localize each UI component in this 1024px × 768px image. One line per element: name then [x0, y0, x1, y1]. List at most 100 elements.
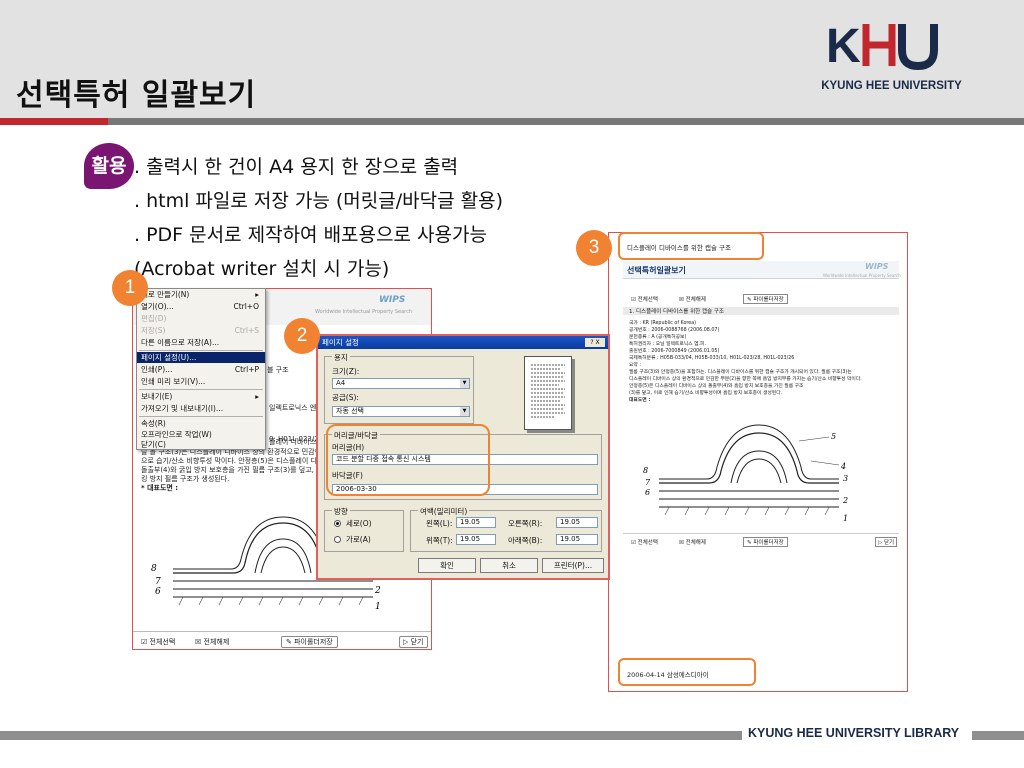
preview-title-bar: 선택특허일괄보기 WIPS Worldwide Intellectual Pro…: [623, 261, 901, 279]
menu-item-open[interactable]: 열기(O)... Ctrl+O: [137, 301, 265, 312]
cancel-button[interactable]: 취소: [480, 558, 538, 573]
left-margin-label: 왼쪽(L):: [426, 519, 453, 528]
preview-info-1: 국가 : KR (Republic of Korea): [629, 321, 697, 326]
dialog-title: 페이지 설정: [322, 338, 359, 347]
paper-group-label: 용지: [332, 352, 350, 363]
printer-button[interactable]: 프린터(P)...: [542, 558, 604, 573]
top-margin-label: 위쪽(T):: [426, 536, 453, 545]
footer-brand: KYUNG HEE UNIVERSITY LIBRARY: [748, 726, 960, 740]
preview-info-5: 출원번호 : 2006-7000849 (2006.01.05): [629, 349, 720, 354]
print-preview-window: 디스플레이 디바이스를 위한 캡슐 구조 선택특허일괄보기 WIPS World…: [608, 232, 908, 692]
footer-bar-left: [0, 731, 742, 740]
fig1-label-1: 1: [375, 602, 381, 612]
menu-item-page-setup[interactable]: 페이지 설정(U)...: [137, 352, 265, 363]
portrait-radio[interactable]: [334, 520, 341, 527]
page-title: 선택특허 일괄보기: [16, 78, 257, 113]
bottom-margin-label: 아래쪽(B):: [508, 536, 543, 545]
header-accent-gray: [108, 118, 1024, 125]
landscape-label: 가로(A): [346, 535, 371, 544]
bottom-margin-input[interactable]: 19.05: [556, 534, 598, 545]
fig3-label-8: 8: [643, 466, 648, 475]
preview-info-2: 공개번호 : 2006-0088768 (2006.08.07): [629, 328, 720, 333]
usage-line-1: . 출력시 한 건이 A4 용지 한 장으로 출력: [134, 156, 459, 178]
page-preview-lines: [531, 364, 565, 418]
fig3-label-6: 6: [645, 488, 650, 497]
orientation-group-label: 방향: [332, 506, 350, 517]
page-preview: [524, 356, 572, 430]
menu-item-new[interactable]: 새로 만들기(N) ▸: [137, 289, 265, 300]
logo-text: KYUNG HEE UNIVERSITY: [821, 80, 962, 92]
top-margin-input[interactable]: 19.05: [456, 534, 496, 545]
right-margin-input[interactable]: 19.05: [556, 517, 598, 528]
wips-brand: WIPS: [379, 295, 406, 305]
preview-header-highlight: [618, 232, 764, 260]
menu-item-send[interactable]: 보내기(E) ▸: [137, 391, 265, 402]
menu-item-print[interactable]: 인쇄(P)... Ctrl+P: [137, 364, 265, 375]
left-margin-input[interactable]: 19.05: [456, 517, 496, 528]
chevron-down-icon: ▼: [460, 407, 469, 416]
preview-save-button[interactable]: ✎ 파이롤더저장: [743, 294, 788, 304]
menu-item-close[interactable]: 닫기(C): [137, 439, 265, 450]
step-badge-1: 1: [112, 270, 148, 306]
preview-save-button-bottom[interactable]: ✎ 파이롤더저장: [743, 537, 788, 547]
menu-item-save-as[interactable]: 다른 이름으로 저장(A)...: [137, 337, 265, 348]
khu-logo-mark: K: [826, 20, 938, 73]
usage-line-2: . html 파일로 저장 가능 (머릿글/바닥글 활용): [134, 190, 503, 212]
content-line-1: 플레이 디바이스: [269, 438, 317, 446]
preview-info-7: 요약 :: [629, 363, 641, 368]
preview-wips-brand-sub: Worldwide Intellectual Property Search: [823, 273, 901, 278]
step-badge-3: 3: [576, 230, 612, 266]
wips-brand-sub: Worldwide Intellectual Property Search: [315, 309, 413, 315]
menu-item-edit[interactable]: 편집(D): [137, 313, 265, 324]
fig3-label-2: 2: [842, 496, 848, 505]
landscape-radio[interactable]: [334, 536, 341, 543]
ok-button[interactable]: 확인: [418, 558, 476, 573]
preview-title: 선택특허일괄보기: [627, 266, 686, 275]
patent-figure-3: 5 4 3 8 7 6 2 1: [643, 424, 848, 523]
svg-text:K: K: [826, 20, 861, 73]
usage-line-4: (Acrobat writer 설치 시 가능): [134, 258, 390, 280]
select-all-toggle[interactable]: ☑ 전체선택: [141, 637, 175, 647]
preview-divider: [623, 533, 899, 534]
fig1-label-2: 2: [374, 586, 381, 596]
margin-group-label: 여백(밀리미터): [418, 506, 470, 517]
menu-item-print-preview[interactable]: 인쇄 미리 보기(V)...: [137, 376, 265, 387]
step-badge-2: 2: [284, 318, 320, 354]
preview-select-all-bottom[interactable]: ☑ 전체선택: [631, 538, 658, 546]
header-accent-red: [0, 118, 108, 125]
help-close-icon[interactable]: ? X: [585, 338, 605, 347]
usage-badge: 활용: [84, 143, 134, 189]
preview-info-11: (3)를 덮고, 이로 인해 습기/산소 비향투성이며 흡입 방지 보호층이 생…: [629, 391, 783, 396]
menu-item-save[interactable]: 저장(S) Ctrl+S: [137, 325, 265, 336]
fig3-label-7: 7: [645, 478, 651, 487]
preview-item-title: 1. 디스플레이 디바이스를 위한 캡슐 구조: [629, 309, 724, 315]
figure-label: * 대표도면 :: [141, 484, 179, 492]
menu-separator: [139, 389, 263, 390]
size-select[interactable]: A4 ▼: [332, 378, 470, 389]
dialog-titlebar: 페이지 설정: [318, 336, 608, 349]
close-button[interactable]: ▷ 닫기: [399, 636, 428, 648]
preview-deselect-all[interactable]: ☒ 전체해제: [679, 295, 706, 303]
menu-separator: [139, 350, 263, 351]
preview-close-button[interactable]: ▷ 닫기: [875, 537, 898, 547]
preview-wips-brand: WIPS: [865, 262, 889, 271]
usage-line-3: . PDF 문서로 제작하여 배포용으로 사용가능: [134, 224, 487, 246]
file-menu: 새로 만들기(N) ▸ 열기(O)... Ctrl+O 편집(D) 저장(S) Ctr…: [136, 288, 266, 450]
side-text: 일렉트로닉스 엔: [269, 404, 317, 412]
deselect-all-toggle[interactable]: ☒ 전체해제: [195, 637, 229, 647]
source-label: 공급(S):: [332, 393, 359, 402]
preview-select-all[interactable]: ☑ 전체선택: [631, 295, 658, 303]
menu-item-import-export[interactable]: 가져오기 및 내보내기(I)...: [137, 403, 265, 414]
khu-logo: K KYUNG HEE UNIVERSITY: [804, 18, 979, 103]
fig3-label-3: 3: [843, 474, 848, 483]
menu-item-properties[interactable]: 속성(R): [137, 418, 265, 429]
fig1-label-8: 8: [151, 564, 157, 574]
source-select[interactable]: 자동 선택 ▼: [332, 406, 470, 417]
fig1-label-6: 6: [155, 587, 161, 597]
preview-deselect-all-bottom[interactable]: ☒ 전체해제: [679, 538, 706, 546]
fig3-label-4: 4: [840, 462, 846, 471]
header-footer-highlight: [326, 424, 490, 496]
preview-item-bar: 1. 디스플레이 디바이스를 위한 캡슐 구조: [623, 307, 899, 315]
size-label: 크기(Z):: [332, 367, 360, 376]
save-folder-button[interactable]: ✎ 파이롤더저장: [281, 636, 338, 648]
